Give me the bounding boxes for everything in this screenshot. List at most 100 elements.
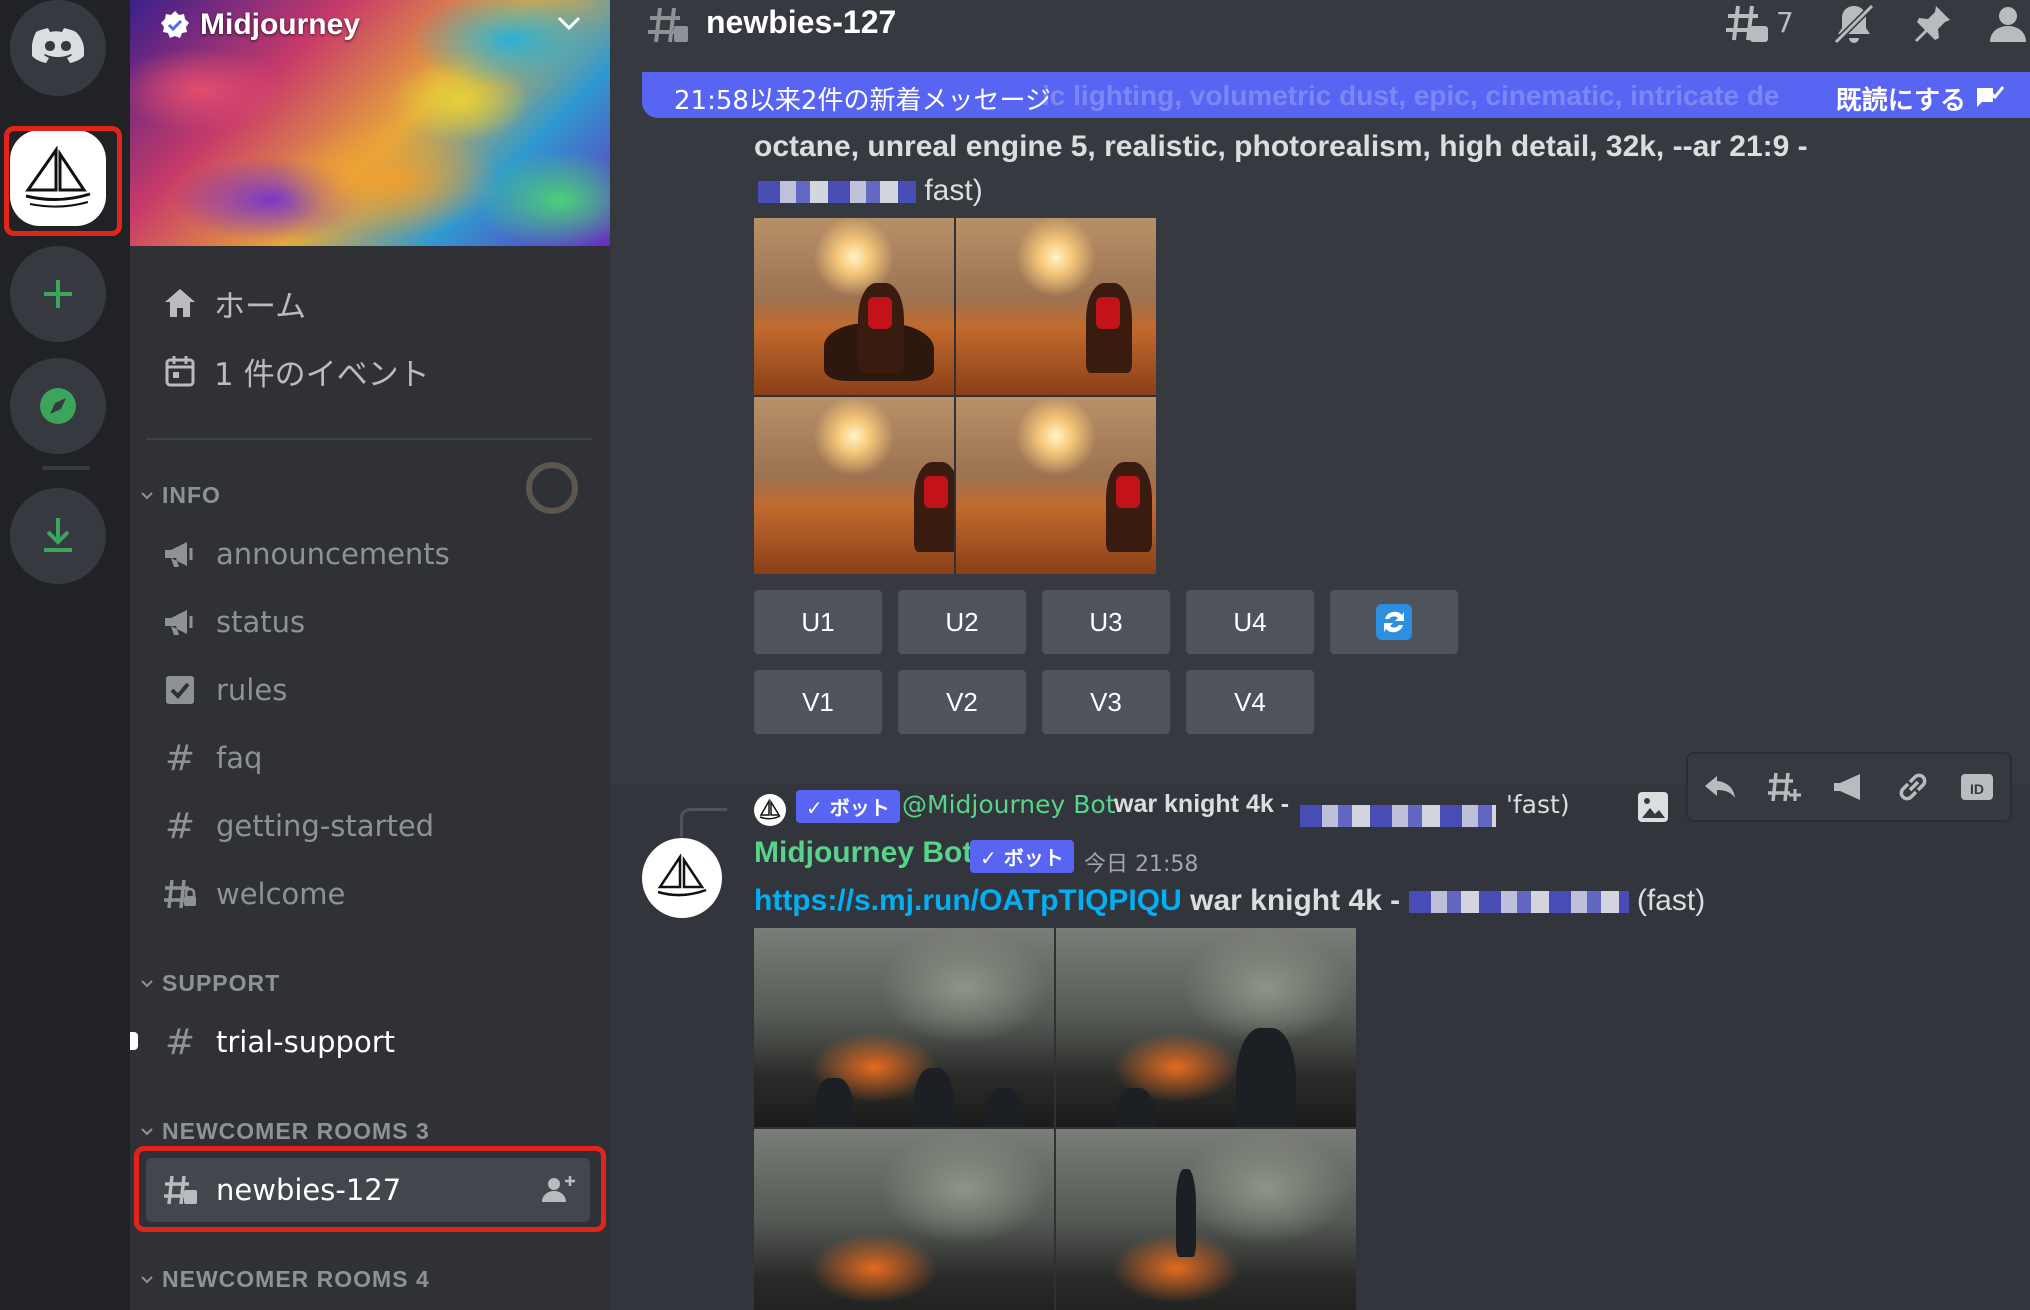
thread-count: 7 [1776,6,1794,39]
channel-getting-started[interactable]: # getting-started [162,798,434,854]
bot-avatar[interactable] [642,838,722,918]
channel-label: status [216,605,306,639]
soldier-figure [1176,1169,1196,1257]
generated-image-3[interactable] [754,397,954,574]
reply-suffix[interactable]: 'fast) [1506,790,1570,819]
chevron-down-icon [141,1275,153,1283]
server-header[interactable]: Midjourney [160,8,360,42]
upscale-2-button[interactable]: U2 [898,590,1026,654]
soldier-figure [914,1068,954,1127]
threads-icon[interactable] [1724,2,1770,48]
soldier-figure [984,1088,1024,1127]
image-attachment-icon [1638,792,1668,822]
generated-image-grid[interactable] [754,218,1156,574]
newbies-channel-highlight [134,1146,606,1232]
channel-welcome[interactable]: welcome [162,866,345,922]
upscale-3-button[interactable]: U3 [1042,590,1170,654]
image-link[interactable]: https://s.mj.run/OATpTIQPIQU [754,884,1182,917]
soldier-figure [1116,1088,1156,1127]
channel-faq[interactable]: # faq [162,730,262,786]
scrolled-text-behind: ic lighting, volumetric dust, epic, cine… [1042,80,1780,111]
megaphone-icon [162,604,198,640]
category-info-label: INFO [162,482,221,508]
message-actions-toolbar: ID [1686,752,2012,822]
upscale-1-button[interactable]: U1 [754,590,882,654]
hash-icon: # [164,805,196,847]
nav-home-label: ホーム [214,288,307,325]
channel-announcements[interactable]: announcements [162,526,450,582]
new-messages-bar[interactable]: ic lighting, volumetric dust, epic, cine… [642,72,2030,118]
midjourney-server-highlight [4,126,122,236]
message-timestamp: 今日 21:58 [1084,852,1199,877]
channel-header: newbies-127 7 [610,0,2030,72]
add-server-icon[interactable] [10,246,106,342]
nav-home[interactable]: ホーム [162,278,306,328]
publish-megaphone-icon[interactable] [1832,772,1866,802]
channel-label: announcements [216,537,450,571]
explore-icon[interactable] [10,358,106,454]
generated-image-2[interactable] [1056,928,1356,1127]
mark-read-icon[interactable] [1974,82,2004,110]
download-icon[interactable] [10,488,106,584]
channel-sidebar: Midjourney ホーム 1 件のイベント INFO announcemen… [130,0,610,1310]
sidebar-divider [146,438,592,440]
channel-label: trial-support [216,1025,395,1059]
variation-2-button[interactable]: V2 [898,670,1026,734]
generated-image-4[interactable] [1056,1129,1356,1310]
generated-image-1[interactable] [754,218,954,395]
verified-server-icon [161,11,189,38]
reply-mention[interactable]: @Midjourney Bot [902,790,1116,819]
generated-image-1[interactable] [754,928,1054,1127]
category-support-label: SUPPORT [162,970,281,996]
pin-icon[interactable] [1910,2,1954,46]
calendar-icon [162,353,198,389]
generated-image-4[interactable] [956,397,1156,574]
message-prompt: war knight 4k - [1190,884,1401,917]
hash-threads-icon [648,7,688,43]
copy-id-icon[interactable]: ID [1959,770,1995,804]
variation-4-button[interactable]: V4 [1186,670,1314,734]
speed-mode-text: (fast) [1636,884,1706,917]
category-info[interactable]: INFO [140,482,221,509]
home-icon [162,285,198,321]
category-newcomer-rooms-4[interactable]: NEWCOMER ROOMS 4 [140,1266,430,1293]
reply-avatar[interactable] [754,794,786,826]
hash-icon: # [164,1021,196,1063]
channel-status[interactable]: status [162,594,305,650]
generated-image-2[interactable] [956,218,1156,395]
category-support[interactable]: SUPPORT [140,970,280,997]
rider-figure [1086,283,1132,373]
message-author[interactable]: Midjourney Bot [754,836,972,870]
redacted-text [1300,800,1496,829]
generated-image-grid-2[interactable] [754,928,1356,1310]
copy-link-icon[interactable] [1896,770,1930,804]
new-messages-text: 21:58以来2件の新着メッセージ [674,86,1051,116]
reply-icon[interactable] [1703,772,1737,802]
refresh-icon [1376,604,1412,640]
category-label: NEWCOMER ROOMS 4 [162,1266,430,1292]
server-rail [0,0,130,1310]
message-content: https://s.mj.run/OATpTIQPIQU war knight … [754,884,1705,918]
reroll-button[interactable] [1330,590,1458,654]
category-newcomer-rooms-3[interactable]: NEWCOMER ROOMS 3 [140,1118,430,1145]
variation-3-button[interactable]: V3 [1042,670,1170,734]
variation-1-button[interactable]: V1 [754,670,882,734]
member-list-icon[interactable] [1986,2,2030,46]
channel-rules[interactable]: rules [162,662,287,718]
create-thread-icon[interactable] [1766,769,1802,805]
soldier-figure [814,1078,854,1127]
upscale-4-button[interactable]: U4 [1186,590,1314,654]
message-prompt-line: octane, unreal engine 5, realistic, phot… [754,130,1808,163]
chevron-down-icon[interactable] [556,14,582,32]
nav-events-label: 1 件のイベント [214,356,430,393]
channel-label: rules [216,673,288,707]
mute-bell-icon[interactable] [1832,2,1876,46]
unread-indicator [130,1032,138,1050]
generated-image-3[interactable] [754,1129,1054,1310]
channel-trial-support[interactable]: # trial-support [162,1014,395,1070]
discord-home-icon[interactable] [10,0,106,96]
mark-as-read-button[interactable]: 既読にする [1836,80,1966,117]
rider-figure [858,283,904,373]
nav-events[interactable]: 1 件のイベント [162,346,430,396]
reply-prompt[interactable]: war knight 4k - [1114,790,1289,819]
